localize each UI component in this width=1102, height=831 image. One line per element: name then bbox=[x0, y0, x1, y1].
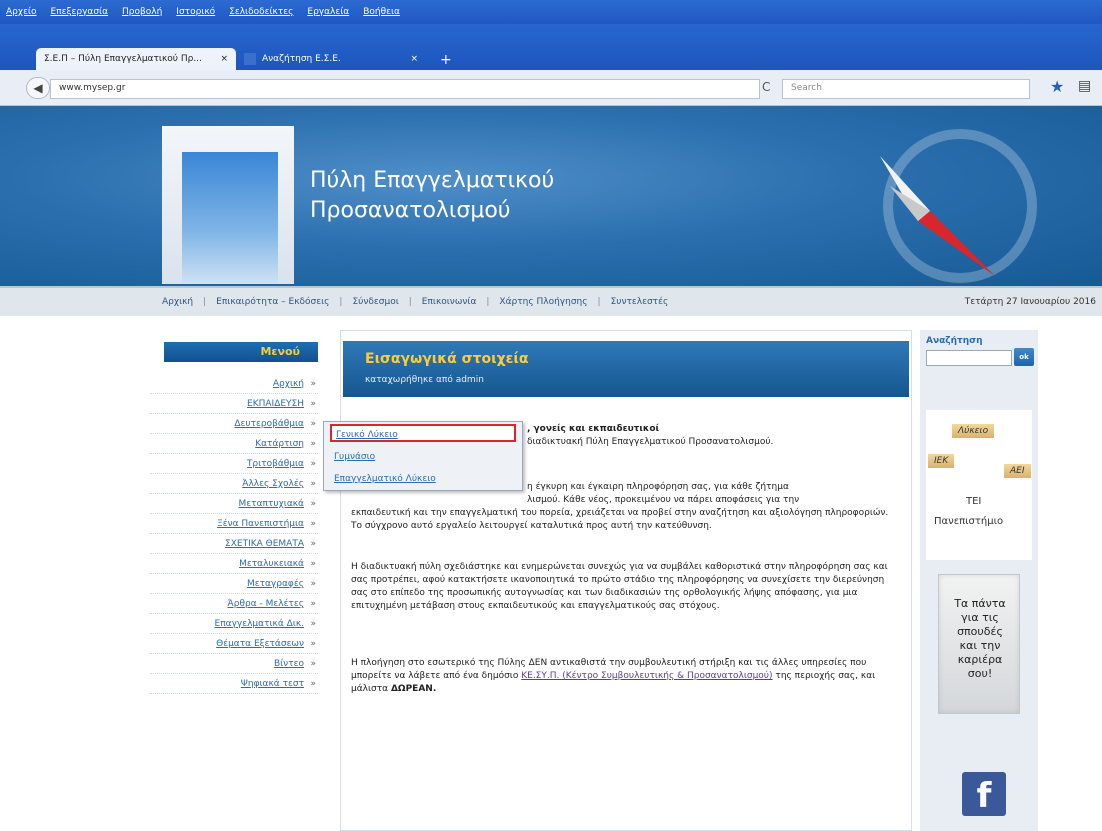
nav-separator: | bbox=[486, 297, 490, 307]
header-door-image bbox=[162, 126, 294, 284]
url-bar[interactable]: www.mysep.gr bbox=[50, 79, 760, 99]
site-title-line1: Πύλη Επαγγελματικού bbox=[310, 168, 555, 193]
nav-separator: | bbox=[597, 297, 601, 307]
search-ok-button[interactable]: ok bbox=[1014, 348, 1034, 366]
sidebar-item-foreign-universities[interactable]: Ξένα Πανεπιστήμια» bbox=[150, 514, 318, 534]
education-tags-banner[interactable]: Λύκειο ΙΕΚ ΑΕΙ ΤΕΙ Πανεπιστήμιο bbox=[926, 410, 1032, 560]
tab-search[interactable]: Αναζήτηση Ε.Σ.Ε. × bbox=[236, 48, 426, 70]
menu-file[interactable]: Αρχείο bbox=[6, 7, 37, 17]
sidebar-item-other-schools[interactable]: Άλλες Σχολές» bbox=[150, 474, 318, 494]
submenu-item-general-lyceum[interactable]: Γενικό Λύκειο bbox=[330, 424, 516, 442]
secondary-submenu: Γενικό Λύκειο Γυμνάσιο Επαγγελματικό Λύκ… bbox=[323, 421, 523, 491]
close-icon[interactable]: × bbox=[410, 54, 418, 64]
tag-iek: ΙΕΚ bbox=[928, 454, 955, 468]
sidebar-item-exam-topics[interactable]: Θέματα Εξετάσεων» bbox=[150, 634, 318, 654]
sidebar-item-related-topics[interactable]: ΣΧΕΤΙΚΑ ΘΕΜΑΤΑ» bbox=[150, 534, 318, 554]
back-button[interactable]: ◀ bbox=[26, 77, 50, 99]
browser-search-input[interactable]: Search bbox=[782, 79, 1030, 99]
article-author: καταχωρήθηκε από admin bbox=[365, 375, 484, 385]
nav-links[interactable]: Σύνδεσμοι bbox=[352, 297, 398, 307]
current-date: Τετάρτη 27 Ιανουαρίου 2016 bbox=[964, 297, 1096, 307]
article-paragraph-3: Η διαδικτυακή πύλη σχεδιάστηκε και ενημε… bbox=[351, 562, 888, 611]
article-paragraph-2a: η έγκυρη και έγκαιρη πληροφόρηση σας, γι… bbox=[527, 482, 800, 505]
nav-sitemap[interactable]: Χάρτης Πλοήγησης bbox=[499, 297, 587, 307]
tab-bar: Σ.Ε.Π – Πύλη Επαγγελματικού Πρ... × Αναζ… bbox=[0, 24, 1102, 70]
tag-tei: ΤΕΙ bbox=[966, 496, 982, 507]
nav-separator: | bbox=[339, 297, 343, 307]
tab-sep-portal[interactable]: Σ.Ε.Π – Πύλη Επαγγελματικού Πρ... × bbox=[36, 48, 236, 70]
sidebar-item-digital-tests[interactable]: Ψηφιακά τεστ» bbox=[150, 674, 318, 694]
sidebar-item-articles[interactable]: Άρθρα - Μελέτες» bbox=[150, 594, 318, 614]
menu-view[interactable]: Προβολή bbox=[122, 7, 162, 17]
nav-separator: | bbox=[408, 297, 412, 307]
kesyp-link[interactable]: ΚΕ.ΣΥ.Π. (Κέντρο Συμβουλευτικής & Προσαν… bbox=[521, 671, 772, 681]
sidebar-item-transfers[interactable]: Μεταγραφές» bbox=[150, 574, 318, 594]
sidebar-item-post-secondary[interactable]: Μεταλυκειακά» bbox=[150, 554, 318, 574]
sidebar-item-home[interactable]: Αρχική» bbox=[150, 374, 318, 394]
top-navigation: Αρχική | Επικαιρότητα – Εκδόσεις | Σύνδε… bbox=[0, 286, 1102, 316]
sidebar-item-education[interactable]: ΕΚΠΑΙΔΕΥΣΗ» bbox=[150, 394, 318, 414]
favicon-icon bbox=[244, 53, 256, 65]
right-sidebar: Αναζήτηση ok Λύκειο ΙΕΚ ΑΕΙ ΤΕΙ Πανεπιστ… bbox=[920, 330, 1038, 831]
article-title: Εισαγωγικά στοιχεία bbox=[365, 351, 529, 367]
search-label: Αναζήτηση bbox=[926, 336, 983, 346]
nav-credits[interactable]: Συντελεστές bbox=[611, 297, 669, 307]
sidebar-item-secondary[interactable]: Δευτεροβάθμια» bbox=[150, 414, 318, 434]
menu-edit[interactable]: Επεξεργασία bbox=[51, 7, 109, 17]
sidebar-item-video[interactable]: Βίντεο» bbox=[150, 654, 318, 674]
menu-history[interactable]: Ιστορικό bbox=[176, 7, 215, 17]
career-sign-banner[interactable]: Τα πάντα για τις σπουδές και την καριέρα… bbox=[938, 574, 1020, 714]
article-paragraph-1: , γονείς και εκπαιδευτικοί διαδικτυακή Π… bbox=[527, 424, 774, 447]
reload-icon[interactable]: C bbox=[762, 80, 770, 94]
tab-title: Σ.Ε.Π – Πύλη Επαγγελματικού Πρ... bbox=[44, 54, 202, 64]
bookmarks-icon[interactable]: ▤ bbox=[1078, 78, 1091, 94]
sidebar-item-postgraduate[interactable]: Μεταπτυχιακά» bbox=[150, 494, 318, 514]
article-paragraph-2: εκπαιδευτική και την επαγγελματική του π… bbox=[351, 508, 889, 531]
compass-icon bbox=[880, 129, 1037, 283]
facebook-icon[interactable]: f bbox=[962, 772, 1006, 816]
nav-news[interactable]: Επικαιρότητα – Εκδόσεις bbox=[216, 297, 329, 307]
sidebar-item-tertiary[interactable]: Τριτοβάθμια» bbox=[150, 454, 318, 474]
new-tab-button[interactable]: + bbox=[440, 52, 452, 68]
nav-contact[interactable]: Επικοινωνία bbox=[422, 297, 477, 307]
menu-bookmarks[interactable]: Σελιδοδείκτες bbox=[229, 7, 293, 17]
sidebar-item-training[interactable]: Κατάρτιση» bbox=[150, 434, 318, 454]
sidebar-heading: Μενού bbox=[164, 342, 318, 362]
sidebar-menu: Μενού Αρχική» ΕΚΠΑΙΔΕΥΣΗ» Δευτεροβάθμια»… bbox=[150, 330, 330, 831]
submenu-item-vocational-lyceum[interactable]: Επαγγελματικό Λύκειο bbox=[330, 470, 516, 488]
tag-lyceum: Λύκειο bbox=[952, 424, 995, 438]
site-title: Πύλη Επαγγελματικού Προσανατολισμού bbox=[310, 166, 554, 226]
sidebar-item-professional-rights[interactable]: Επαγγελματικά Δικ.» bbox=[150, 614, 318, 634]
nav-separator: | bbox=[203, 297, 207, 307]
menu-tools[interactable]: Εργαλεία bbox=[307, 7, 349, 17]
site-header: Πύλη Επαγγελματικού Προσανατολισμού bbox=[0, 106, 1102, 286]
menu-help[interactable]: Βοήθεια bbox=[363, 7, 400, 17]
tag-university: Πανεπιστήμιο bbox=[934, 516, 1004, 527]
tab-title: Αναζήτηση Ε.Σ.Ε. bbox=[262, 54, 341, 64]
submenu-item-gymnasium[interactable]: Γυμνάσιο bbox=[330, 448, 516, 466]
browser-menubar: Αρχείο Επεξεργασία Προβολή Ιστορικό Σελι… bbox=[0, 0, 1102, 24]
article-paragraph-4: Η πλοήγηση στο εσωτερικό της Πύλης ΔΕΝ α… bbox=[351, 658, 876, 694]
site-title-line2: Προσανατολισμού bbox=[310, 198, 511, 223]
article-header: Εισαγωγικά στοιχεία καταχωρήθηκε από adm… bbox=[343, 341, 909, 397]
close-icon[interactable]: × bbox=[220, 54, 228, 64]
tag-aei: ΑΕΙ bbox=[1004, 464, 1031, 478]
main-content: Εισαγωγικά στοιχεία καταχωρήθηκε από adm… bbox=[340, 330, 912, 831]
nav-home[interactable]: Αρχική bbox=[162, 297, 193, 307]
nav-bar: ◀ www.mysep.gr C Search ★ ▤ bbox=[0, 70, 1102, 106]
site-search-input[interactable] bbox=[926, 350, 1012, 366]
bookmark-star-icon[interactable]: ★ bbox=[1050, 77, 1064, 96]
